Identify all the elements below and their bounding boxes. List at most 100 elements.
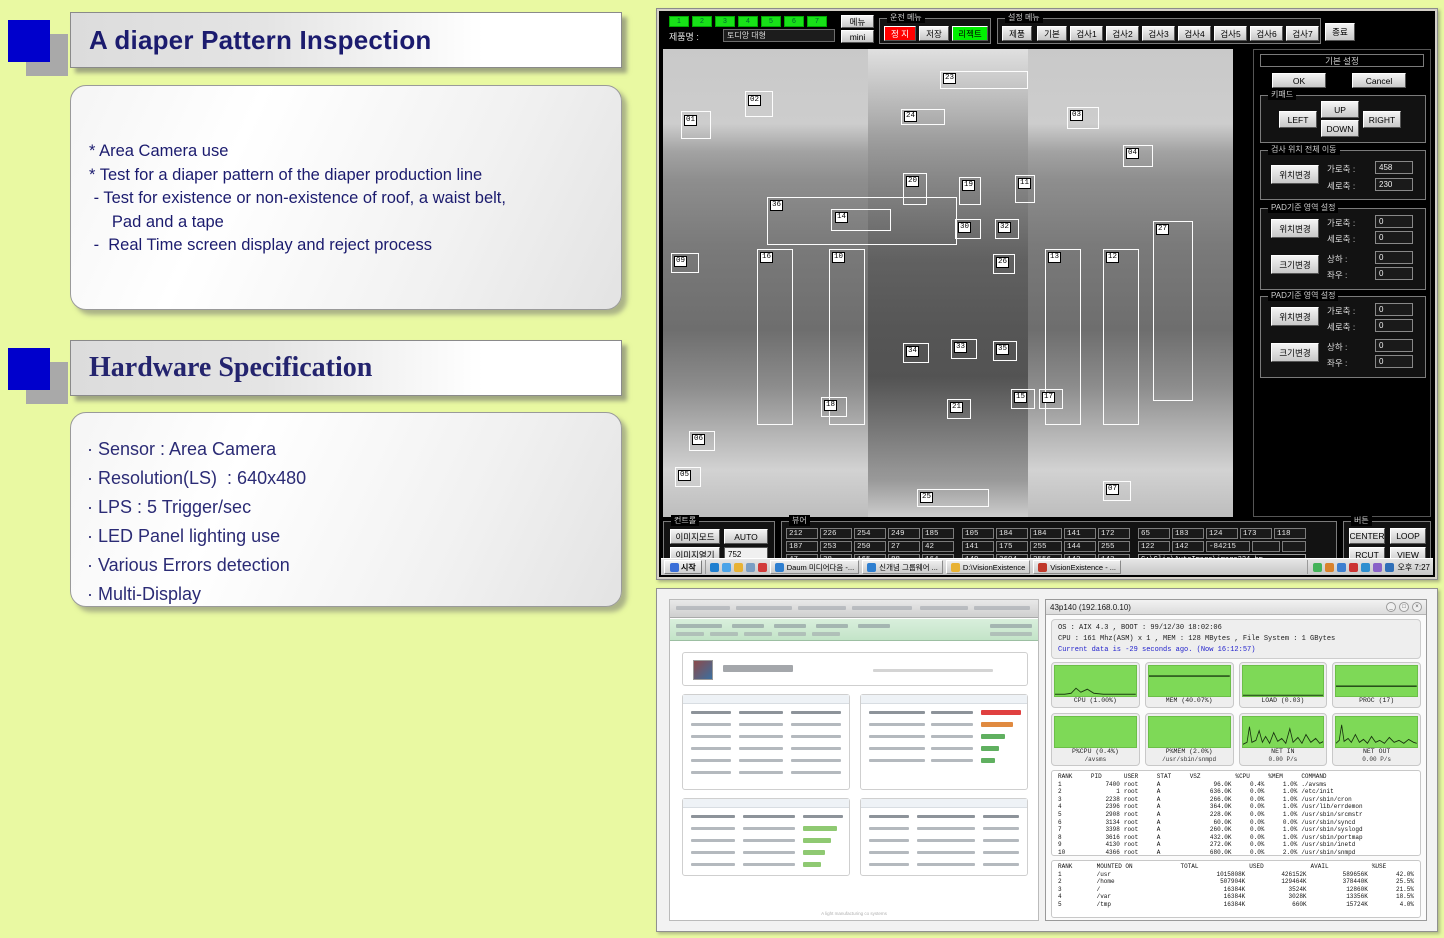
pad2-vert-field[interactable]: 0 (1375, 339, 1413, 352)
settings-menu-inspect4-button[interactable]: 검사4 (1178, 26, 1211, 41)
table-cell: 2238 (1105, 795, 1120, 803)
keypad-down-button[interactable]: DOWN (1321, 120, 1359, 137)
table-cell: 3616 (1105, 833, 1120, 841)
internet-explorer-icon[interactable] (709, 562, 719, 572)
viewer-cell: 187 (786, 541, 818, 552)
image-mode-button[interactable]: 이미지모드 (670, 529, 720, 544)
gauge-pcpu[interactable]: P%CPU (0.4%) /avsms (1051, 713, 1140, 766)
mini-button[interactable]: mini (841, 30, 874, 43)
pad1-vert-field[interactable]: 0 (1375, 251, 1413, 264)
cpu-sparkline (1054, 665, 1137, 698)
pad1-y-field[interactable]: 0 (1375, 231, 1413, 244)
viewer-cell (1252, 541, 1280, 552)
settings-menu-inspect2-button[interactable]: 검사2 (1106, 26, 1139, 41)
taskbar-item[interactable]: Daum 미디어다음 -... (769, 560, 860, 574)
pad1-vert-label: 상하 : (1327, 254, 1348, 264)
stop-button[interactable]: 정 지 (884, 26, 916, 41)
cancel-button[interactable]: Cancel (1352, 73, 1406, 88)
folder-icon[interactable] (733, 562, 743, 572)
settings-menu-product-button[interactable]: 제품 (1002, 26, 1032, 41)
network-icon[interactable] (1313, 562, 1323, 572)
product-name-field[interactable]: 토디앙 대형 (723, 29, 835, 42)
pad2-position-button[interactable]: 위치변경 (1271, 307, 1319, 326)
loop-button[interactable]: LOOP (1390, 528, 1426, 544)
gauge-mem[interactable]: MEM (40.07%) (1144, 662, 1234, 709)
table-cell: 0.0% (1282, 818, 1298, 826)
roi-label: 26 (996, 257, 1010, 268)
table-cell: 1.0% (1282, 826, 1298, 834)
antivirus-icon[interactable] (1349, 562, 1359, 572)
browser-window-icon (774, 562, 784, 572)
save-button[interactable]: 저장 (919, 26, 949, 41)
gauge-label: CPU (1.00%) (1073, 697, 1117, 705)
taskbar-item[interactable]: D:\VisionExistence (945, 560, 1031, 574)
exit-button[interactable]: 종료 (1325, 23, 1355, 41)
pad1-horz-field[interactable]: 0 (1375, 267, 1413, 280)
pad2-horz-field[interactable]: 0 (1375, 355, 1413, 368)
power-icon[interactable] (1385, 562, 1395, 572)
table-row: 7 3398 root A 260.0K 0.0% 1.0%/usr/sbin/syslog… (1056, 826, 1416, 834)
minimize-icon[interactable]: _ (1386, 602, 1396, 612)
keypad-left-button[interactable]: LEFT (1279, 111, 1317, 128)
table-cell: /usr/sbin/portmap (1301, 833, 1363, 841)
gauge-cpu[interactable]: CPU (1.00%) (1051, 662, 1140, 709)
browser-tab-row[interactable] (670, 619, 1038, 641)
ok-button[interactable]: OK (1272, 73, 1326, 88)
net-out-sparkline (1335, 716, 1418, 748)
viewer-cell: 142 (1172, 541, 1204, 552)
table-cell: 0.0% (1250, 826, 1265, 834)
keypad-up-button[interactable]: UP (1321, 101, 1359, 118)
taskbar-item[interactable]: 신개념 그룹웨어 ... (862, 560, 943, 574)
move-all-y-field[interactable]: 230 (1375, 178, 1413, 191)
update-icon[interactable] (1361, 562, 1371, 572)
gauge-pmem[interactable]: P%MEM (2.0%) /usr/sbin/snmpd (1144, 713, 1234, 766)
channel-led-row: 1 2 3 4 5 6 7 (669, 16, 827, 27)
settings-menu-inspect5-button[interactable]: 검사5 (1214, 26, 1247, 41)
gauge-load[interactable]: LOAD (0.03) (1238, 662, 1328, 709)
move-all-x-field[interactable]: 458 (1375, 161, 1413, 174)
ime-icon[interactable] (1373, 562, 1383, 572)
desktop-icon[interactable] (745, 562, 755, 572)
center-button[interactable]: CENTER (1349, 528, 1385, 544)
move-all-title: 검사 위치 전체 이동 (1268, 144, 1340, 155)
gauge-net-in[interactable]: NET IN 0.00 P/s (1238, 713, 1328, 766)
sysinfo-status-line: Current data is -29 seconds ago. (Now 16… (1058, 646, 1256, 654)
keypad-right-button[interactable]: RIGHT (1363, 111, 1401, 128)
table-cell: 60.0K (1213, 818, 1232, 826)
table-row: 5 2908 root A 228.0K 0.0% 1.0%/usr/sbin/srcmst… (1056, 811, 1416, 819)
move-all-position-button[interactable]: 위치변경 (1271, 165, 1319, 184)
pad1-size-button[interactable]: 크기변경 (1271, 255, 1319, 274)
settings-menu-inspect7-button[interactable]: 검사7 (1286, 26, 1319, 41)
settings-menu-inspect6-button[interactable]: 검사6 (1250, 26, 1283, 41)
pad2-x-field[interactable]: 0 (1375, 303, 1413, 316)
messenger-icon[interactable] (1337, 562, 1347, 572)
pad2-y-field[interactable]: 0 (1375, 319, 1413, 332)
pad1-x-field[interactable]: 0 (1375, 215, 1413, 228)
media-player-icon[interactable] (757, 562, 767, 572)
close-icon[interactable]: × (1412, 602, 1422, 612)
table-header-row: RANK MOUNTED ON TOTAL USED AVAIL %USE (1056, 863, 1416, 871)
roi-label: 18 (824, 400, 838, 411)
maximize-icon[interactable]: □ (1399, 602, 1409, 612)
table-cell: 0.0% (1250, 788, 1265, 796)
settings-menu-basic-button[interactable]: 기본 (1037, 26, 1067, 41)
reject-button[interactable]: 리젝트 (952, 26, 988, 41)
auto-button[interactable]: AUTO (724, 529, 768, 544)
viewer-cell: 255 (1098, 541, 1130, 552)
table-cell: 3 (1058, 795, 1062, 803)
roi-box (1153, 221, 1193, 401)
gauge-proc[interactable]: PROC (17) (1332, 662, 1421, 709)
proc-sparkline (1335, 665, 1418, 698)
pad2-size-button[interactable]: 크기변경 (1271, 343, 1319, 362)
pad1-position-button[interactable]: 위치변경 (1271, 219, 1319, 238)
taskbar-item[interactable]: VisionExistence - ... (1033, 560, 1122, 574)
gauge-net-out[interactable]: NET OUT 0.00 P/s (1332, 713, 1421, 766)
settings-menu-inspect1-button[interactable]: 검사1 (1070, 26, 1103, 41)
browser-icon[interactable] (721, 562, 731, 572)
start-button[interactable]: 시작 (664, 560, 702, 574)
volume-icon[interactable] (1325, 562, 1335, 572)
settings-menu-inspect3-button[interactable]: 검사3 (1142, 26, 1175, 41)
taskbar-clock[interactable]: 오후 7:27 (1397, 562, 1430, 573)
inspection-image-canvas[interactable]: 01 02 23 24 03 04 36 14 20 19 11 30 32 2… (663, 49, 1233, 517)
menu-button[interactable]: 메뉴 (841, 15, 874, 28)
